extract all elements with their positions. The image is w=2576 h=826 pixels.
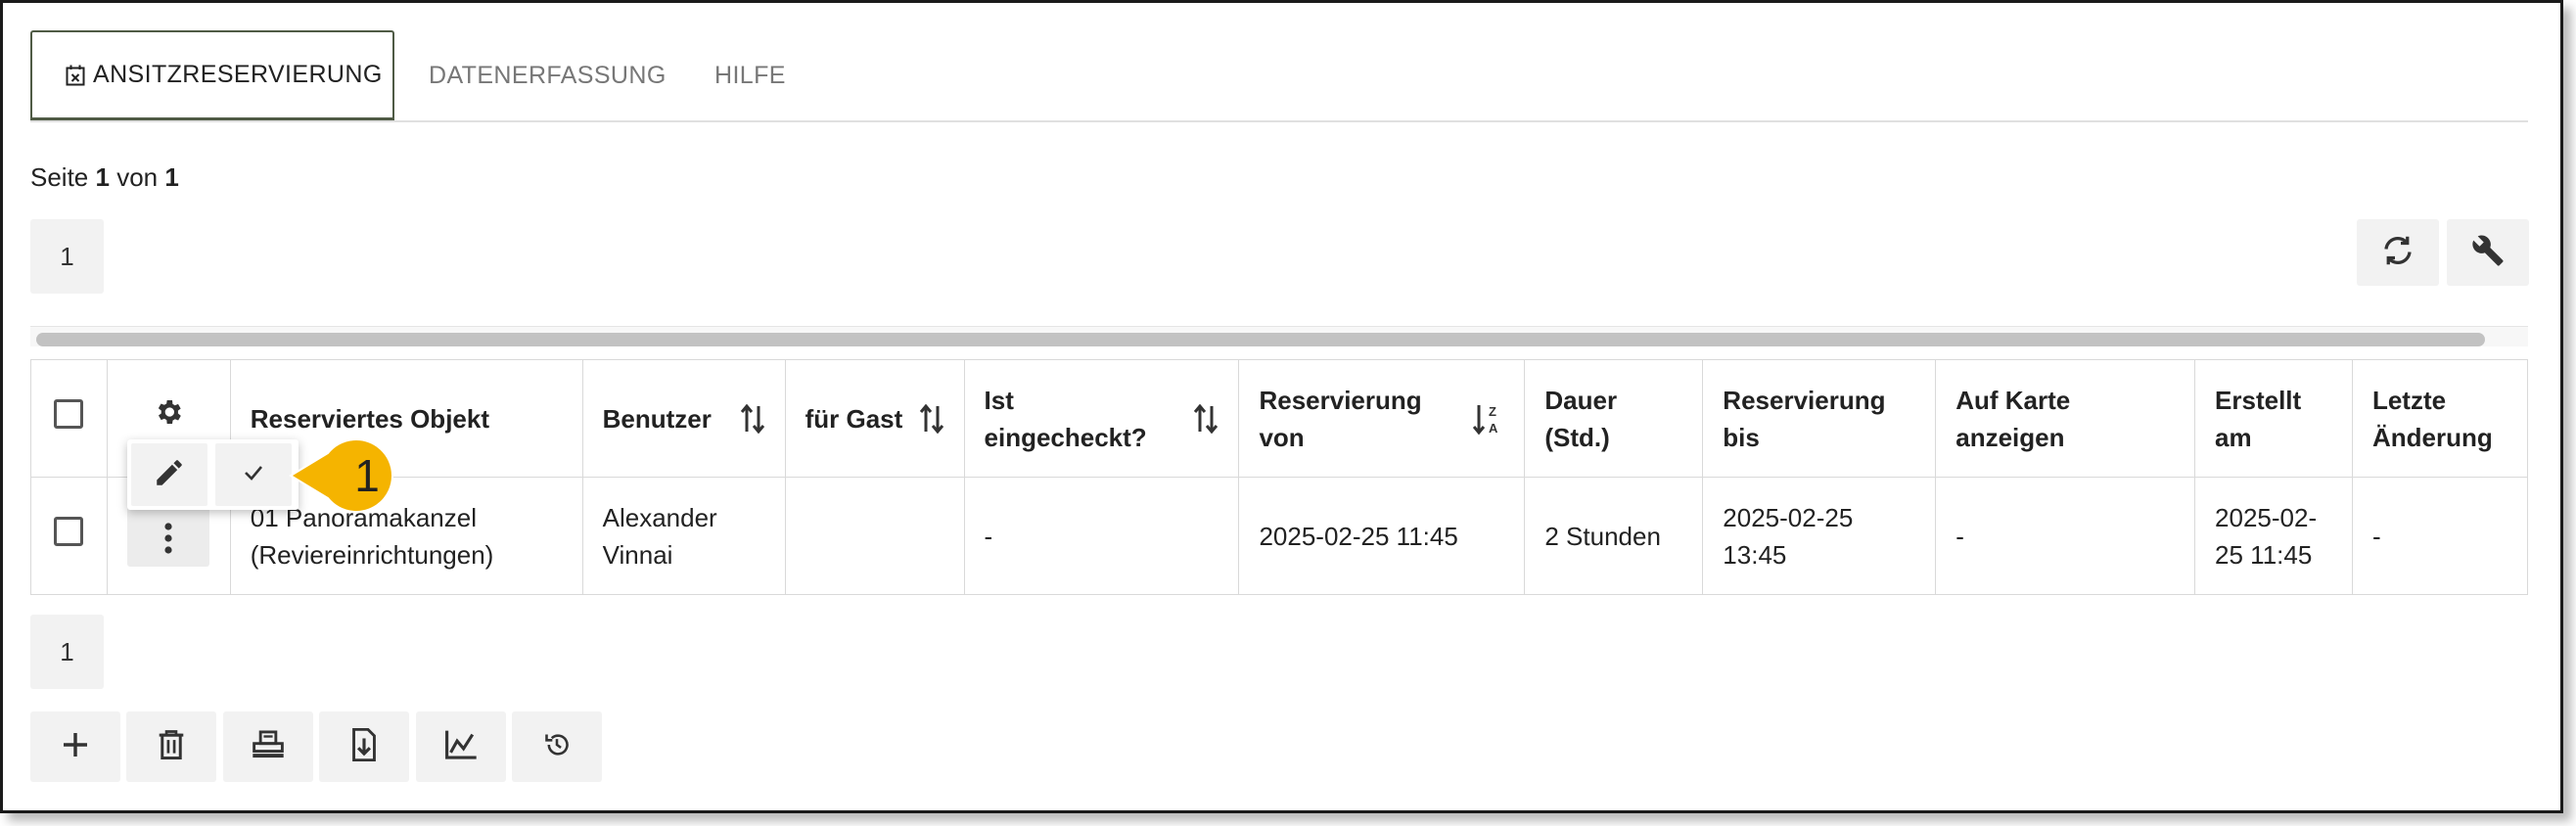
page-info: Seite 1 von 1 (30, 162, 179, 193)
wrench-icon (2471, 234, 2505, 272)
sort-z-a-icon[interactable]: ZA (1473, 402, 1504, 436)
column-label: Benutzer (602, 403, 712, 434)
add-button[interactable] (30, 711, 120, 782)
page-current: 1 (95, 162, 110, 192)
gear-icon[interactable] (153, 396, 184, 437)
checkmark-icon (242, 461, 265, 489)
column-label: für Gast (805, 403, 903, 434)
column-label: Auf Karte anzeigen (1955, 385, 2071, 452)
edit-button[interactable] (131, 443, 207, 506)
tab-label: DATENERFASSUNG (429, 61, 667, 89)
print-icon (252, 729, 285, 764)
column-header-reservierung-von[interactable]: Reservierung von Z A (1238, 359, 1526, 478)
cell-benutzer: Alexander Vinnai (581, 477, 786, 595)
column-header-auf-karte-anzeigen[interactable]: Auf Karte anzeigen (1935, 359, 2196, 478)
tab-label: ANSITZRESERVIERUNG (93, 61, 383, 88)
page-total: 1 (164, 162, 179, 192)
column-label: Erstellt am (2215, 385, 2302, 452)
column-header-benutzer[interactable]: Benutzer (581, 359, 786, 478)
row-select-cell (30, 477, 108, 595)
print-button[interactable] (223, 711, 313, 782)
column-label: Letzte Änderung (2371, 385, 2493, 452)
tab-label: HILFE (714, 61, 786, 89)
svg-text:A: A (1489, 421, 1498, 436)
confirm-button[interactable] (215, 443, 292, 506)
horizontal-scrollbar-thumb[interactable] (36, 333, 2485, 346)
tab-ansitzreservierung[interactable]: ANSITZRESERVIERUNG (30, 30, 394, 120)
tab-datenerfassung[interactable]: DATENERFASSUNG (429, 30, 667, 120)
chart-button[interactable] (416, 711, 506, 782)
settings-wrench-button[interactable] (2447, 219, 2529, 286)
column-label: Reservierung bis (1723, 385, 1886, 452)
column-header-reservierung-bis[interactable]: Reservierung bis (1702, 359, 1937, 478)
column-header-ist-eingecheckt[interactable]: Ist eingecheckt? (963, 359, 1240, 478)
select-all-checkbox[interactable] (54, 398, 84, 429)
select-all-cell (30, 359, 108, 478)
column-label: Reservierung von (1259, 385, 1422, 452)
refresh-icon (2380, 233, 2415, 273)
trash-icon (157, 729, 186, 765)
cell-fuer-gast (784, 477, 965, 595)
history-button[interactable] (512, 711, 602, 782)
import-button[interactable] (319, 711, 409, 782)
cell-auf-karte-anzeigen: - (1935, 477, 2196, 595)
cell-letzte-aenderung: - (2351, 477, 2529, 595)
delete-button[interactable] (126, 711, 216, 782)
pencil-icon (153, 456, 186, 494)
page-button-1[interactable]: 1 (30, 219, 104, 294)
column-label: Dauer (Std.) (1544, 385, 1618, 452)
cell-reservierung-bis: 2025-02-25 13:45 (1702, 477, 1937, 595)
tab-hilfe[interactable]: HILFE (714, 30, 786, 120)
sort-arrows-icon[interactable] (919, 403, 944, 434)
calendar-x-icon (66, 65, 85, 86)
import-icon (350, 727, 378, 766)
page-button-1-bottom[interactable]: 1 (30, 615, 104, 689)
cell-dauer: 2 Stunden (1524, 477, 1704, 595)
sort-arrows-icon[interactable] (1193, 403, 1219, 434)
history-icon (543, 731, 571, 763)
cell-reservierung-von: 2025-02-25 11:45 (1238, 477, 1526, 595)
cell-ist-eingecheckt: - (963, 477, 1240, 595)
cell-erstellt-am: 2025-02-25 11:45 (2194, 477, 2353, 595)
kebab-menu-icon (163, 522, 173, 560)
column-label: Reserviertes Objekt (250, 403, 489, 434)
column-header-erstellt-am[interactable]: Erstellt am (2194, 359, 2353, 478)
page-info-separator: von (116, 162, 159, 192)
column-header-letzte-aenderung[interactable]: Letzte Änderung (2351, 359, 2529, 478)
svg-text:Z: Z (1489, 404, 1496, 419)
column-label: Ist eingecheckt? (984, 385, 1147, 452)
app-window: ANSITZRESERVIERUNG DATENERFASSUNG HILFE … (0, 0, 2563, 813)
column-header-fuer-gast[interactable]: für Gast (784, 359, 965, 478)
page-info-prefix: Seite (30, 162, 89, 192)
callout-number: 1 (354, 450, 380, 501)
sort-arrows-icon[interactable] (740, 403, 765, 434)
row-checkbox[interactable] (54, 516, 84, 546)
row-action-popup (127, 439, 299, 510)
tab-bar: ANSITZRESERVIERUNG DATENERFASSUNG HILFE (30, 30, 2528, 122)
plus-icon (60, 729, 91, 765)
column-header-dauer[interactable]: Dauer (Std.) (1524, 359, 1704, 478)
refresh-button[interactable] (2357, 219, 2439, 286)
chart-icon (444, 729, 478, 765)
